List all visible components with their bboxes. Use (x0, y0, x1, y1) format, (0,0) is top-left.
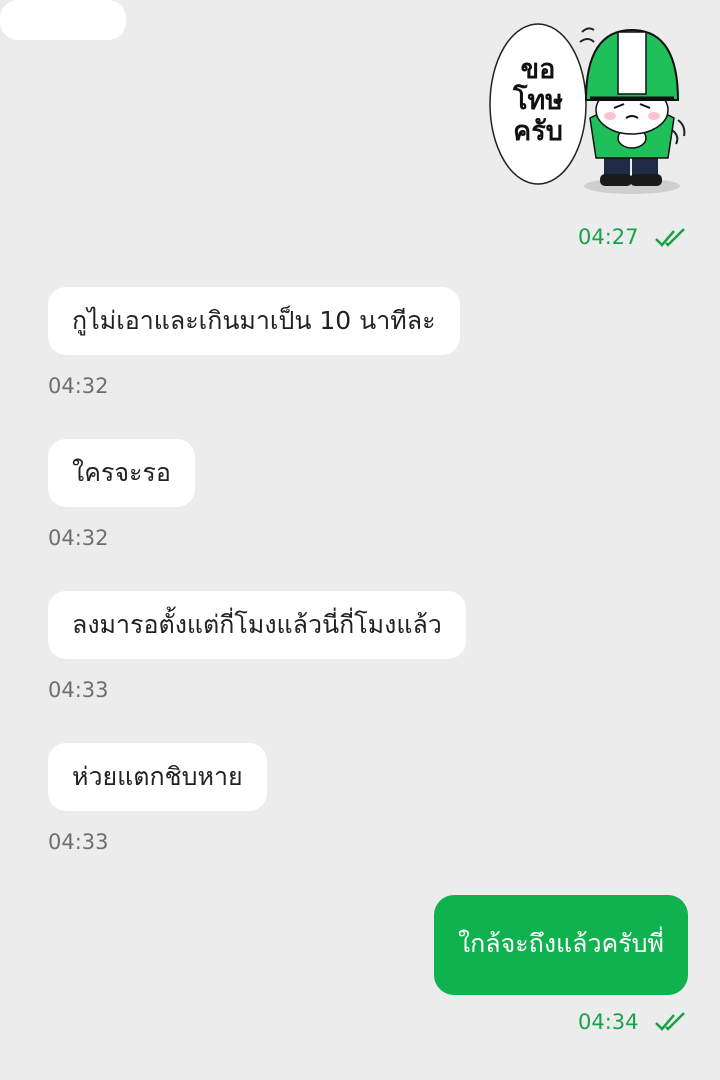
chat-history[interactable]: ขอ โทษ ครับ 04:27 กูไม่เอาและเกินมาเป็น … (0, 0, 720, 1080)
incoming-message-bubble[interactable]: ใครจะรอ (48, 439, 195, 507)
message-text: ห่วยแตกชิบหาย (72, 762, 243, 791)
message-timestamp: 04:32 (48, 374, 109, 398)
sticker-caption: ขอ โทษ ครับ (494, 54, 582, 147)
incoming-message-bubble[interactable]: ห่วยแตกชิบหาย (48, 743, 267, 811)
message-timestamp: 04:33 (48, 678, 109, 702)
message-text: ใกล้จะถึงแล้วครับพี่ (457, 929, 664, 958)
incoming-message-bubble[interactable] (0, 0, 126, 40)
double-check-icon (655, 228, 685, 247)
sticker-caption-line: ครับ (513, 116, 563, 147)
sticker-caption-line: ขอ (520, 54, 556, 85)
incoming-message-bubble[interactable]: ลงมารอตั้งแต่กี่โมงแล้วนี่กี่โมงแล้ว (48, 591, 466, 659)
message-timestamp: 04:34 (578, 1010, 639, 1034)
message-text: ใครจะรอ (72, 458, 171, 487)
sticker-caption-line: โทษ (512, 85, 564, 116)
message-timestamp: 04:27 (578, 225, 639, 249)
message-timestamp: 04:33 (48, 830, 109, 854)
message-text: กูไม่เอาและเกินมาเป็น 10 นาทีละ (72, 306, 436, 335)
incoming-message-bubble[interactable]: กูไม่เอาและเกินมาเป็น 10 นาทีละ (48, 287, 460, 355)
apology-sticker[interactable]: ขอ โทษ ครับ (486, 20, 692, 200)
message-timestamp: 04:32 (48, 526, 109, 550)
double-check-icon (655, 1012, 685, 1031)
message-text: ลงมารอตั้งแต่กี่โมงแล้วนี่กี่โมงแล้ว (72, 610, 442, 639)
outgoing-message-bubble[interactable]: ใกล้จะถึงแล้วครับพี่ (433, 895, 688, 995)
